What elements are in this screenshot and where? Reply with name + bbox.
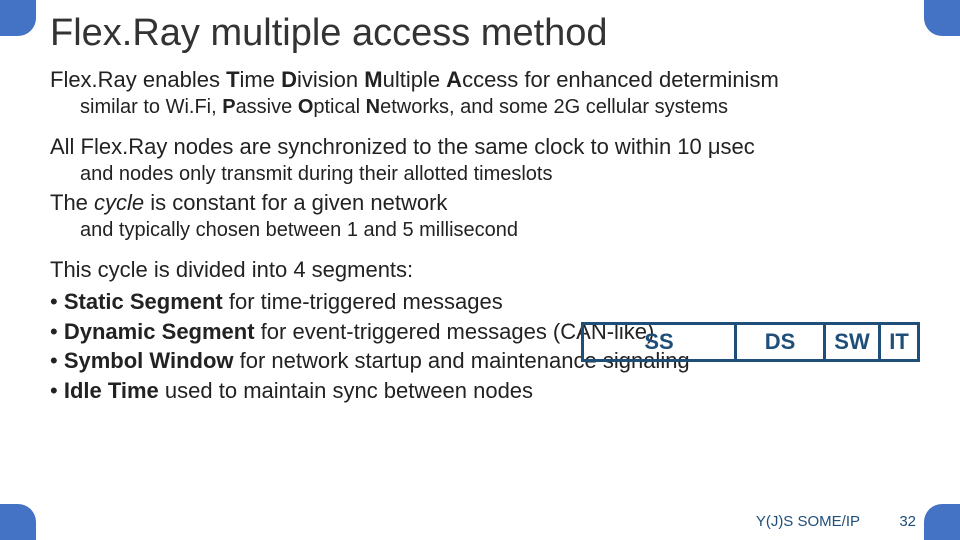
text: The	[50, 190, 94, 215]
slide-body: Flex.Ray multiple access method Flex.Ray…	[50, 12, 920, 510]
text-bold: A	[446, 67, 462, 92]
text: is constant for a given network	[144, 190, 447, 215]
cycle-subline: and typically chosen between 1 and 5 mil…	[80, 217, 920, 243]
text: used to maintain sync between nodes	[159, 378, 533, 403]
text: All Flex.Ray nodes are synchronized to t…	[50, 134, 755, 159]
text: ivision	[297, 67, 364, 92]
bullet-mark: •	[50, 348, 64, 373]
bullet-mark: •	[50, 289, 64, 314]
text-bold: Static Segment	[64, 289, 223, 314]
text-bold: O	[298, 96, 314, 118]
slide-number: 32	[899, 513, 916, 530]
text-bold: M	[364, 67, 382, 92]
cycle-diagram: SS DS SW IT	[581, 322, 920, 362]
slide-title: Flex.Ray multiple access method	[50, 12, 920, 55]
text: ptical	[313, 96, 365, 118]
text: for time-triggered messages	[223, 289, 503, 314]
segment-sw: SW	[826, 325, 881, 359]
text: assive	[236, 96, 298, 118]
text: ultiple	[383, 67, 447, 92]
sync-subline: and nodes only transmit during their all…	[80, 161, 920, 187]
tdma-subline: similar to Wi.Fi, Passive Optical Networ…	[80, 94, 920, 120]
footer-reference: Y(J)S SOME/IP	[756, 513, 860, 530]
segment-ss: SS	[584, 325, 737, 359]
text: Flex.Ray enables	[50, 67, 226, 92]
text-bold: P	[222, 96, 235, 118]
text-bold: N	[366, 96, 380, 118]
bullet-idle: • Idle Time used to maintain sync betwee…	[50, 376, 920, 406]
corner-decoration-br	[924, 504, 960, 540]
text-bold: Symbol Window	[64, 348, 234, 373]
text-bold: Idle Time	[64, 378, 159, 403]
segment-ds: DS	[737, 325, 826, 359]
tdma-line: Flex.Ray enables Time Division Multiple …	[50, 65, 920, 120]
corner-decoration-bl	[0, 504, 36, 540]
bullet-mark: •	[50, 319, 64, 344]
text: similar to Wi.Fi,	[80, 96, 222, 118]
bullet-mark: •	[50, 378, 64, 403]
text-bold: D	[281, 67, 297, 92]
bullet-static: • Static Segment for time-triggered mess…	[50, 287, 920, 317]
sync-line: All Flex.Ray nodes are synchronized to t…	[50, 132, 920, 187]
text: etworks, and some 2G cellular systems	[380, 96, 728, 118]
corner-decoration-tr	[924, 0, 960, 36]
text: ccess for enhanced determinism	[462, 67, 779, 92]
text: ime	[240, 67, 282, 92]
text-italic: cycle	[94, 190, 144, 215]
cycle-line: The cycle is constant for a given networ…	[50, 188, 920, 243]
segment-intro: This cycle is divided into 4 segments:	[50, 255, 920, 285]
corner-decoration-tl	[0, 0, 36, 36]
segment-it: IT	[881, 325, 917, 359]
text-bold: T	[226, 67, 239, 92]
text-bold: Dynamic Segment	[64, 319, 255, 344]
